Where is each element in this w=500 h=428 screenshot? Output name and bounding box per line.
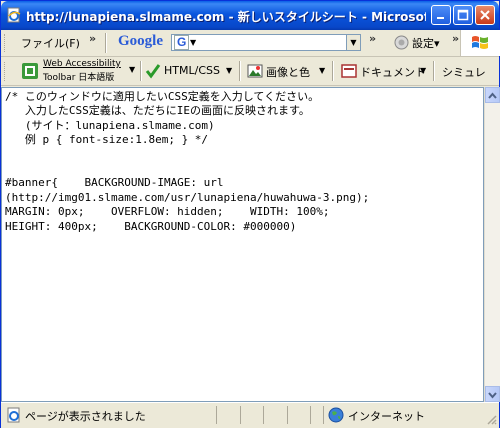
menu-overflow-chevron[interactable]: » [89, 32, 96, 45]
accessibility-toolbar-icon [22, 63, 38, 79]
css-editor-textarea[interactable]: /* このウィンドウに適用したいCSS定義を入力してください。 入力したCSS定… [1, 87, 484, 402]
css-editor-text[interactable]: /* このウィンドウに適用したいCSS定義を入力してください。 入力したCSS定… [2, 88, 483, 236]
resize-grip-icon[interactable] [485, 413, 497, 425]
toolbar-separator [433, 61, 435, 81]
status-divider [287, 406, 288, 424]
status-message: ページが表示されました [25, 410, 146, 423]
google-search-input[interactable]: G ▼ [171, 34, 347, 51]
search-overflow-chevron[interactable]: » [369, 32, 376, 45]
checkmark-icon [145, 64, 161, 79]
scroll-down-icon [488, 392, 497, 399]
image-color-icon [247, 64, 263, 78]
security-zone: インターネット [348, 410, 425, 423]
ie-page-icon [7, 7, 21, 23]
maximize-icon [457, 9, 469, 21]
file-menu[interactable]: ファイル(F) [21, 35, 80, 51]
accessibility-dropdown-icon[interactable]: ▼ [129, 65, 135, 74]
image-color-dropdown-icon[interactable]: ▼ [319, 66, 325, 75]
search-dropdown-icon[interactable]: ▼ [346, 34, 361, 51]
google-g-button[interactable]: G [174, 35, 190, 50]
close-icon [480, 10, 490, 20]
windows-logo-box [460, 30, 500, 56]
toolbar-separator [140, 61, 142, 81]
menu-toolbar: ファイル(F) » Google G ▼ ▼ » 設定▾ » [1, 30, 499, 57]
document-dropdown-icon[interactable]: ▼ [420, 66, 426, 75]
scroll-up-arrow[interactable] [485, 87, 500, 103]
web-accessibility-title[interactable]: Web Accessibility [43, 59, 121, 69]
toolbar-grip[interactable] [4, 34, 8, 52]
settings-overflow-chevron[interactable]: » [452, 32, 459, 45]
document-menu[interactable]: ドキュメント [360, 64, 426, 80]
windows-flag-icon [472, 36, 488, 49]
status-divider [216, 406, 217, 424]
toolbar-separator [105, 33, 107, 53]
web-accessibility-subtitle[interactable]: Toolbar 日本語版 [43, 70, 114, 83]
minimize-icon [437, 17, 444, 19]
image-color-menu[interactable]: 画像と色 [266, 64, 310, 80]
settings-radio-icon[interactable] [394, 35, 409, 50]
scroll-up-icon [488, 92, 497, 99]
toolbar-separator [239, 61, 241, 81]
close-button[interactable] [475, 5, 495, 25]
maximize-button[interactable] [453, 5, 473, 25]
status-bar: ページが表示されました インターネット [1, 402, 499, 428]
settings-menu[interactable]: 設定▾ [412, 35, 440, 51]
status-divider [310, 406, 311, 424]
html-css-dropdown-icon[interactable]: ▼ [226, 66, 232, 75]
status-divider [323, 406, 324, 424]
minimize-button[interactable] [431, 5, 451, 25]
toolbar-separator [332, 61, 334, 81]
accessibility-toolbar: Web Accessibility Toolbar 日本語版 ▼ HTML/CS… [1, 57, 499, 86]
google-logo: Google [118, 33, 163, 49]
document-icon [341, 64, 357, 78]
simulation-menu[interactable]: シミュレ [442, 64, 486, 80]
status-divider [240, 406, 241, 424]
html-css-menu[interactable]: HTML/CSS [164, 64, 220, 77]
internet-globe-icon [328, 407, 344, 423]
window-title: http://lunapiena.slmame.com - 新しいスタイルシート… [26, 10, 426, 24]
page-done-icon [7, 407, 20, 423]
vertical-scrollbar[interactable] [484, 87, 500, 402]
toolbar-grip[interactable] [4, 62, 8, 81]
title-bar[interactable]: http://lunapiena.slmame.com - 新しいスタイルシート… [1, 1, 499, 30]
status-divider [263, 406, 264, 424]
g-dropdown-icon[interactable]: ▼ [190, 38, 196, 47]
scroll-down-arrow[interactable] [485, 386, 500, 402]
browser-window: http://lunapiena.slmame.com - 新しいスタイルシート… [0, 0, 500, 428]
